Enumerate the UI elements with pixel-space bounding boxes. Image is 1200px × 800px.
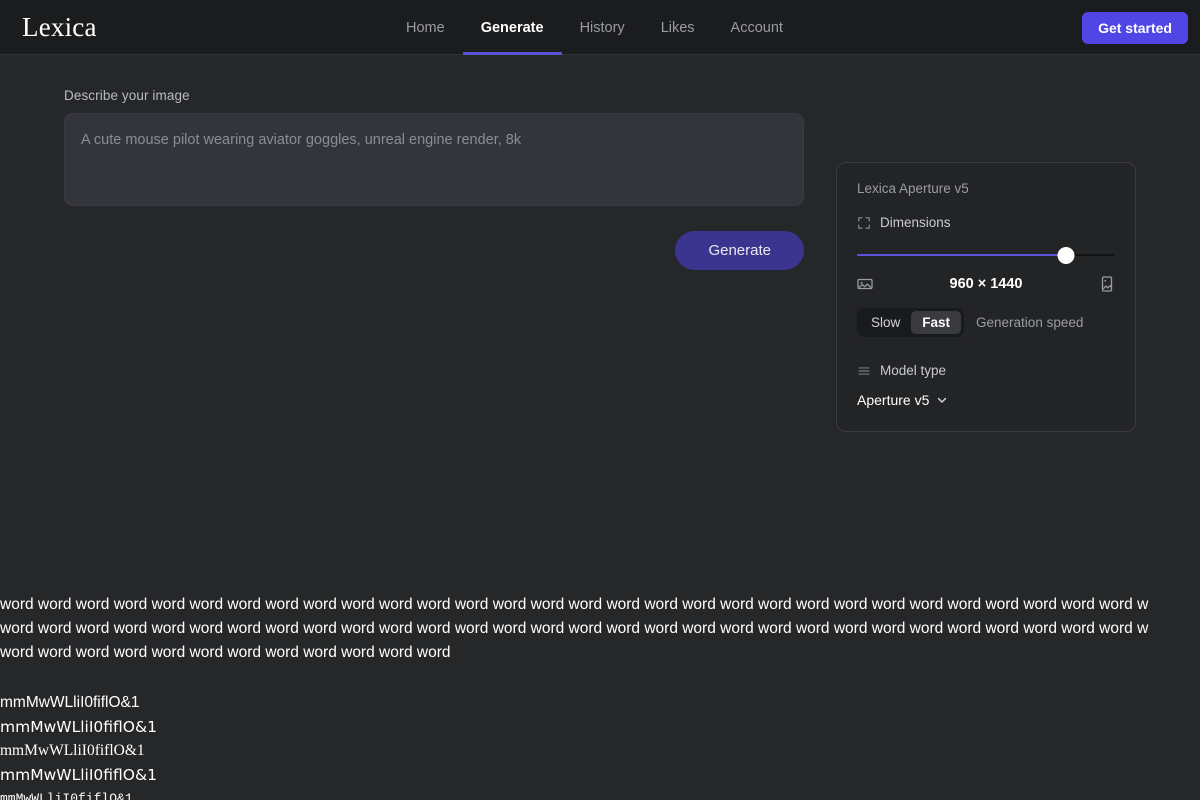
slider-thumb[interactable] [1057, 247, 1075, 264]
nav-item-generate[interactable]: Generate [462, 0, 562, 55]
panel-title: Lexica Aperture v5 [857, 181, 969, 196]
dimensions-label: Dimensions [880, 215, 951, 230]
settings-panel: Lexica Aperture v5 Dimensions 960 × 1440… [836, 162, 1136, 432]
nav-item-history[interactable]: History [562, 0, 643, 55]
speed-option-fast[interactable]: Fast [911, 311, 962, 334]
generation-speed-row: Slow Fast Generation speed [857, 308, 1115, 337]
dimensions-header: Dimensions [857, 215, 1115, 230]
model-type-header: Model type [857, 363, 1115, 378]
nav-item-likes[interactable]: Likes [643, 0, 713, 55]
slider-fill [857, 254, 1066, 256]
prompt-input[interactable] [64, 113, 804, 206]
word-line: word word word word word word word word … [0, 620, 1149, 637]
generate-button[interactable]: Generate [675, 231, 804, 270]
frame-corners-icon [857, 216, 871, 230]
font-specimen-line: mmMwWLliI0fiflO&1 [0, 694, 140, 711]
nav-item-account[interactable]: Account [713, 0, 801, 55]
landscape-image-icon[interactable] [857, 276, 873, 292]
list-icon [857, 364, 871, 378]
generation-speed-label: Generation speed [976, 315, 1084, 330]
dimensions-slider[interactable] [857, 244, 1115, 266]
word-wrap-sample: word word word word word word word word … [0, 593, 1200, 665]
speed-segmented-control: Slow Fast [857, 308, 965, 337]
get-started-button[interactable]: Get started [1082, 12, 1188, 44]
nav-item-home[interactable]: Home [406, 0, 463, 55]
top-header: Lexica Home Generate History Likes Accou… [0, 0, 1200, 55]
model-type-value: Aperture v5 [857, 392, 930, 408]
word-line: word word word word word word word word … [0, 596, 1149, 613]
font-specimen-line: mmMwWLliI0fiflO&1 [0, 766, 157, 784]
font-specimen-line: mmMwWLliI0fiflO&1 [0, 742, 145, 759]
dimensions-value-row: 960 × 1440 [857, 276, 1115, 292]
model-type-label: Model type [880, 363, 947, 378]
font-specimen-line: mmMwWLliI0fiflO&1 [0, 718, 157, 736]
generate-row: Generate [64, 231, 804, 270]
prompt-label: Describe your image [64, 88, 190, 103]
font-specimen-sample: mmMwWLliI0fiflO&1 mmMwWLliI0fiflO&1 mmMw… [0, 691, 600, 800]
speed-option-slow[interactable]: Slow [860, 311, 911, 334]
chevron-down-icon [936, 394, 948, 406]
portrait-image-icon[interactable] [1099, 276, 1115, 292]
model-type-dropdown[interactable]: Aperture v5 [857, 392, 1115, 408]
main-content: Describe your image Generate Lexica Aper… [0, 55, 1200, 800]
main-navigation: Home Generate History Likes Account [406, 0, 801, 55]
lexica-logo[interactable]: Lexica [22, 12, 97, 43]
word-line: word word word word word word word word … [0, 644, 451, 661]
font-specimen-line: mmMwWLliI0fiflO&1 [0, 791, 133, 800]
prompt-section: Describe your image Generate [64, 88, 804, 270]
dimensions-value: 960 × 1440 [949, 276, 1023, 292]
